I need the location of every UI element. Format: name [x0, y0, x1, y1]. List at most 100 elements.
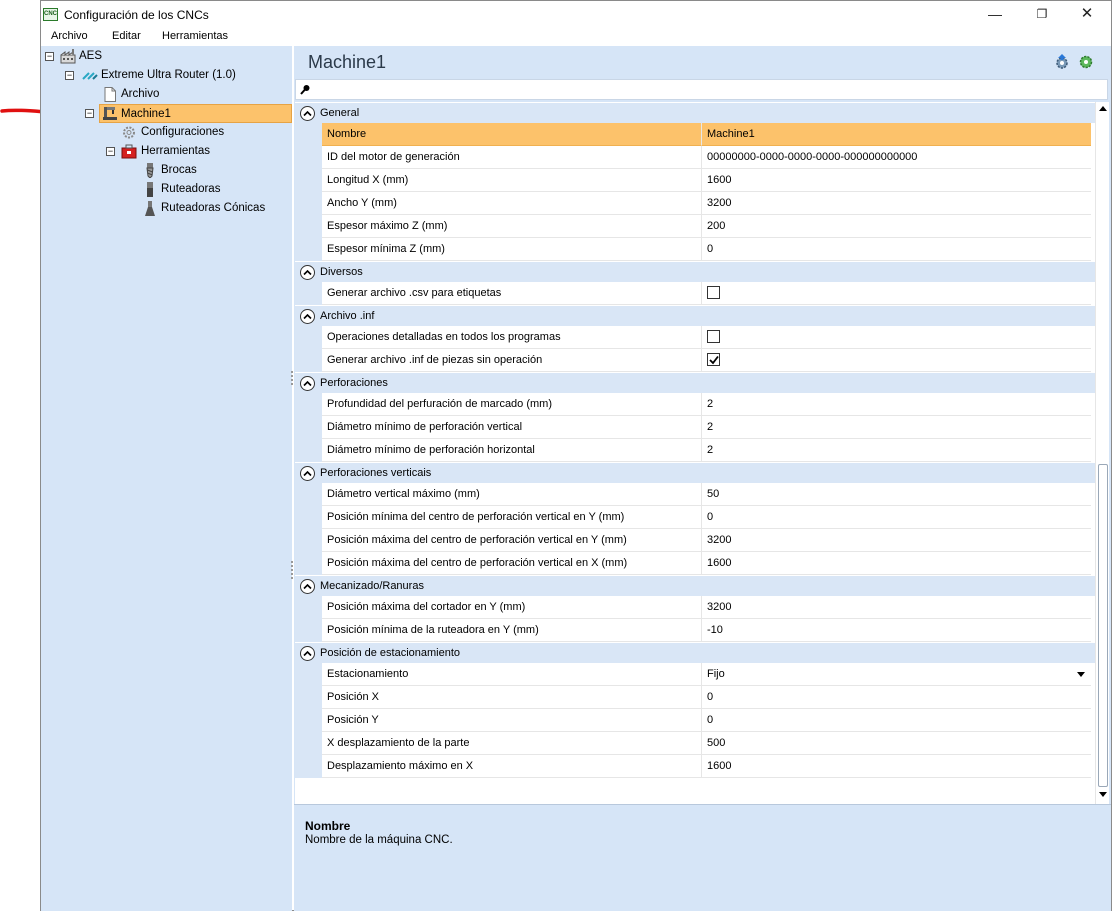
- property-row[interactable]: Estacionamiento Fijo: [295, 663, 1095, 686]
- collapse-toggle[interactable]: −: [106, 147, 115, 156]
- description-panel: Nombre Nombre de la máquina CNC.: [294, 804, 1111, 911]
- menu-herramientas[interactable]: Herramientas: [162, 30, 228, 42]
- property-value-input[interactable]: 1600: [702, 552, 1091, 575]
- tree-node-ruteadoras-conicas[interactable]: Ruteadoras Cónicas: [41, 199, 281, 218]
- restore-button[interactable]: ❐: [1020, 1, 1064, 28]
- property-value-input[interactable]: 2: [702, 393, 1091, 416]
- estacionamiento-select[interactable]: Fijo: [702, 663, 1091, 686]
- checkbox-unchecked[interactable]: [707, 286, 720, 299]
- property-row[interactable]: Posición máxima del cortador en Y (mm) 3…: [295, 596, 1095, 619]
- collapse-category-icon[interactable]: [300, 106, 315, 121]
- category-general[interactable]: General: [295, 102, 1095, 123]
- scroll-down-icon[interactable]: [1099, 792, 1107, 797]
- property-value-input[interactable]: 0: [702, 686, 1091, 709]
- tree-label: Configuraciones: [141, 126, 225, 138]
- collapse-category-icon[interactable]: [300, 265, 315, 280]
- search-input[interactable]: [314, 82, 1094, 97]
- property-value-input[interactable]: -10: [702, 619, 1091, 642]
- category-perforaciones[interactable]: Perforaciones: [295, 372, 1095, 393]
- tree-node-ruteadoras[interactable]: Ruteadoras: [41, 180, 241, 199]
- scroll-thumb[interactable]: [1098, 464, 1108, 787]
- property-value-input[interactable]: 3200: [702, 529, 1091, 552]
- close-button[interactable]: ✕: [1065, 1, 1109, 28]
- property-row-nombre[interactable]: Nombre Machine1: [295, 123, 1095, 146]
- properties-panel: Machine1 General Nombre Machine1 ID del …: [294, 46, 1111, 911]
- property-value-input[interactable]: Machine1: [702, 123, 1091, 146]
- tree-node-archivo[interactable]: Archivo: [41, 85, 241, 104]
- chevron-down-icon[interactable]: [1077, 672, 1085, 677]
- property-value-input[interactable]: 2: [702, 416, 1091, 439]
- menu-editar[interactable]: Editar: [112, 30, 141, 42]
- property-value-input[interactable]: 1600: [702, 755, 1091, 778]
- property-value-input[interactable]: 3200: [702, 596, 1091, 619]
- property-value-input[interactable]: 00000000-0000-0000-0000-000000000000: [702, 146, 1091, 169]
- property-row[interactable]: Operaciones detalladas en todos los prog…: [295, 326, 1095, 349]
- window-title: Configuración de los CNCs: [64, 8, 209, 22]
- collapse-toggle[interactable]: −: [45, 52, 54, 61]
- property-row[interactable]: Diámetro vertical máximo (mm) 50: [295, 483, 1095, 506]
- category-diversos[interactable]: Diversos: [295, 261, 1095, 282]
- property-row[interactable]: Diámetro mínimo de perforación vertical …: [295, 416, 1095, 439]
- checkbox-checked[interactable]: [707, 353, 720, 366]
- vertical-scrollbar[interactable]: [1095, 102, 1109, 804]
- property-row[interactable]: X desplazamiento de la parte 500: [295, 732, 1095, 755]
- gear-icon: [123, 126, 135, 139]
- property-row[interactable]: Posición máxima del centro de perforació…: [295, 552, 1095, 575]
- gear-green-icon[interactable]: [1078, 54, 1094, 70]
- tree-node-machine1-row[interactable]: − Machine1: [41, 104, 292, 123]
- menu-bar: Archivo Editar Herramientas: [41, 28, 1111, 46]
- tree-node-brocas[interactable]: Brocas: [41, 161, 241, 180]
- property-row[interactable]: Profundidad del perfuración de marcado (…: [295, 393, 1095, 416]
- property-row[interactable]: Longitud X (mm) 1600: [295, 169, 1095, 192]
- tree-node-herramientas[interactable]: − Herramientas: [41, 142, 241, 161]
- machine-icon: [103, 107, 117, 120]
- property-row[interactable]: Posición Y 0: [295, 709, 1095, 732]
- collapse-category-icon[interactable]: [300, 646, 315, 661]
- search-box[interactable]: [295, 79, 1108, 100]
- property-row[interactable]: Generar archivo .csv para etiquetas: [295, 282, 1095, 305]
- category-mecanizado[interactable]: Mecanizado/Ranuras: [295, 575, 1095, 596]
- property-row[interactable]: Posición X 0: [295, 686, 1095, 709]
- collapse-category-icon[interactable]: [300, 376, 315, 391]
- property-value-input[interactable]: 0: [702, 238, 1091, 261]
- property-row[interactable]: Posición máxima del centro de perforació…: [295, 529, 1095, 552]
- category-estacionamiento[interactable]: Posición de estacionamiento: [295, 642, 1095, 663]
- property-value-input[interactable]: 200: [702, 215, 1091, 238]
- tree-node-aes[interactable]: − AES: [41, 47, 241, 66]
- category-archivo-inf[interactable]: Archivo .inf: [295, 305, 1095, 326]
- property-name: Posición máxima del cortador en Y (mm): [322, 596, 702, 619]
- scroll-up-icon[interactable]: [1099, 106, 1107, 111]
- tree-node-router[interactable]: − Extreme Ultra Router (1.0): [41, 66, 271, 85]
- collapse-toggle[interactable]: −: [85, 109, 94, 118]
- property-row[interactable]: Ancho Y (mm) 3200: [295, 192, 1095, 215]
- property-row[interactable]: Desplazamiento máximo en X 1600: [295, 755, 1095, 778]
- property-value-input[interactable]: 0: [702, 709, 1091, 732]
- collapse-toggle[interactable]: −: [65, 71, 74, 80]
- checkbox-unchecked[interactable]: [707, 330, 720, 343]
- collapse-category-icon[interactable]: [300, 309, 315, 324]
- description-text: Nombre de la máquina CNC.: [305, 834, 453, 846]
- property-value-input[interactable]: 2: [702, 439, 1091, 462]
- property-row[interactable]: Espesor mínima Z (mm) 0: [295, 238, 1095, 261]
- property-row[interactable]: Generar archivo .inf de piezas sin opera…: [295, 349, 1095, 372]
- property-value-input[interactable]: 1600: [702, 169, 1091, 192]
- property-value-input[interactable]: 0: [702, 506, 1091, 529]
- gear-upload-icon[interactable]: [1054, 54, 1070, 70]
- property-row[interactable]: Posición mínima de la ruteadora en Y (mm…: [295, 619, 1095, 642]
- collapse-category-icon[interactable]: [300, 466, 315, 481]
- property-row[interactable]: Espesor máximo Z (mm) 200: [295, 215, 1095, 238]
- property-row[interactable]: ID del motor de generación 00000000-0000…: [295, 146, 1095, 169]
- collapse-category-icon[interactable]: [300, 579, 315, 594]
- title-bar[interactable]: CNC Configuración de los CNCs — ❐ ✕: [41, 1, 1111, 28]
- property-value-input[interactable]: 3200: [702, 192, 1091, 215]
- property-value-input[interactable]: 50: [702, 483, 1091, 506]
- tree-node-configuraciones[interactable]: Configuraciones: [41, 123, 241, 142]
- category-perforaciones-verticais[interactable]: Perforaciones verticais: [295, 462, 1095, 483]
- minimize-button[interactable]: —: [973, 1, 1017, 28]
- tree-node-machine1[interactable]: Machine1: [99, 104, 292, 123]
- menu-archivo[interactable]: Archivo: [51, 30, 88, 42]
- property-name: Profundidad del perfuración de marcado (…: [322, 393, 702, 416]
- property-row[interactable]: Diámetro mínimo de perforación horizonta…: [295, 439, 1095, 462]
- property-value-input[interactable]: 500: [702, 732, 1091, 755]
- property-row[interactable]: Posición mínima del centro de perforació…: [295, 506, 1095, 529]
